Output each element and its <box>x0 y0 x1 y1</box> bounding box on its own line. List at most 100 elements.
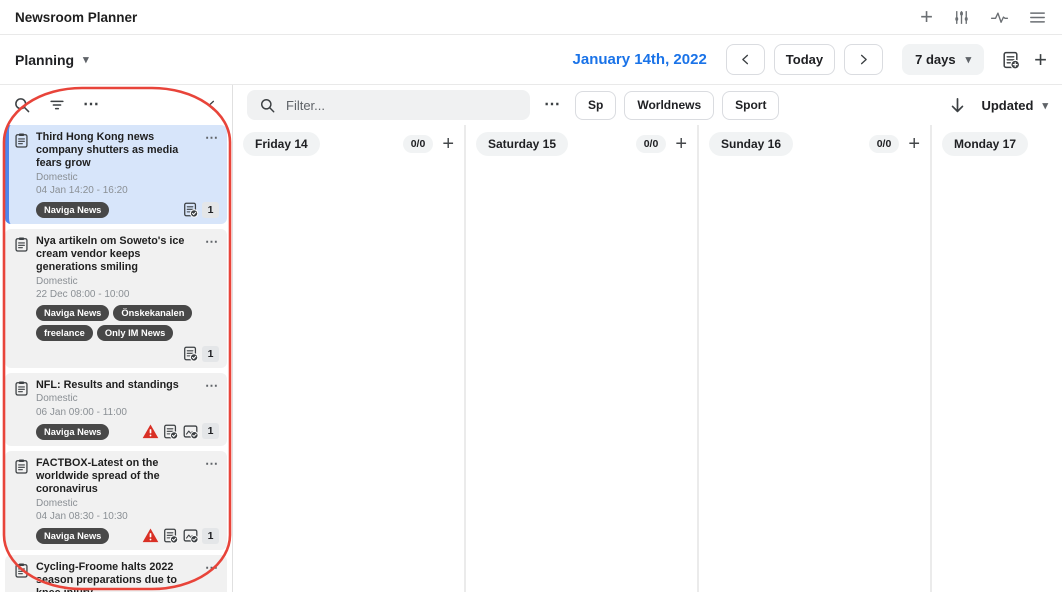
tag-pill: Önskekanalen <box>113 305 192 321</box>
add-item-icon[interactable]: + <box>908 134 920 154</box>
note-check-icon <box>182 201 199 218</box>
board-toolbar: ⋯ Sp Worldnews Sport Updated ▾ <box>233 85 1062 125</box>
card-category: Domestic <box>36 172 219 185</box>
card-time: 04 Jan 08:30 - 10:30 <box>36 511 219 524</box>
news-card[interactable]: NFL: Results and standings ⋯ Domestic 06… <box>5 373 227 446</box>
top-bar: Newsroom Planner + <box>0 0 1062 35</box>
day-column-friday: Friday 14 0/0 + <box>233 125 466 592</box>
tag-pill: Only IM News <box>97 325 173 341</box>
news-card[interactable]: FACTBOX-Latest on the worldwide spread o… <box>5 451 227 550</box>
article-icon <box>13 562 30 579</box>
next-period-button[interactable] <box>844 44 883 75</box>
collapse-sidebar-icon[interactable] <box>204 98 219 113</box>
news-card[interactable]: Cycling-Froome halts 2022 season prepara… <box>5 555 227 592</box>
article-icon <box>13 236 30 253</box>
tune-filters-icon[interactable] <box>952 8 971 27</box>
note-check-icon <box>162 527 179 544</box>
article-icon <box>13 132 30 149</box>
card-title: NFL: Results and standings <box>36 379 200 392</box>
filter-chips: Sp Worldnews Sport <box>575 91 779 120</box>
image-check-icon <box>182 423 199 440</box>
add-item-icon[interactable]: + <box>675 134 687 154</box>
today-button[interactable]: Today <box>774 44 835 75</box>
card-body: Nya artikeln om Soweto's ice cream vendo… <box>36 235 219 362</box>
tag-pill: freelance <box>36 325 93 341</box>
sort-direction-arrow-icon[interactable] <box>948 96 967 115</box>
day-label: Saturday 15 <box>476 132 568 156</box>
card-more-button[interactable]: ⋯ <box>205 131 219 144</box>
card-more-button[interactable]: ⋯ <box>205 457 219 470</box>
note-check-icon <box>162 423 179 440</box>
chevron-down-icon: ▾ <box>1042 99 1048 112</box>
filter-list-icon[interactable] <box>48 96 66 114</box>
card-more-button[interactable]: ⋯ <box>205 379 219 392</box>
search-icon <box>259 97 276 114</box>
card-title: Cycling-Froome halts 2022 season prepara… <box>36 561 200 592</box>
prev-period-button[interactable] <box>726 44 765 75</box>
item-count-badge: 0/0 <box>636 135 667 153</box>
warning-icon <box>142 527 159 544</box>
version-count-badge: 1 <box>202 423 219 439</box>
tag-pill: Naviga News <box>36 305 109 321</box>
add-icon[interactable]: + <box>920 6 933 28</box>
item-count-badge: 0/0 <box>403 135 434 153</box>
day-label: Monday 17 <box>942 132 1028 156</box>
view-selector-dropdown[interactable]: Planning ▾ <box>15 52 89 68</box>
version-count-badge: 1 <box>202 346 219 362</box>
app-title: Newsroom Planner <box>15 10 137 25</box>
card-time: 22 Dec 08:00 - 10:00 <box>36 289 219 302</box>
card-time: 04 Jan 14:20 - 16:20 <box>36 185 219 198</box>
card-body: NFL: Results and standings ⋯ Domestic 06… <box>36 379 219 440</box>
range-label: 7 days <box>915 52 955 67</box>
day-column-saturday: Saturday 15 0/0 + <box>466 125 699 592</box>
card-category: Domestic <box>36 498 219 511</box>
search-icon[interactable] <box>13 96 31 114</box>
date-navigation: January 14th, 2022 Today 7 days ▾ + <box>573 44 1047 75</box>
tag-pill: Naviga News <box>36 202 109 218</box>
card-body: FACTBOX-Latest on the worldwide spread o… <box>36 457 219 544</box>
card-more-button[interactable]: ⋯ <box>205 561 219 574</box>
range-dropdown[interactable]: 7 days ▾ <box>902 44 984 75</box>
tag-chip-sport[interactable]: Sport <box>722 91 779 120</box>
hamburger-menu-icon[interactable] <box>1028 8 1047 27</box>
sort-dropdown[interactable]: Updated ▾ <box>981 98 1048 113</box>
note-check-icon <box>182 345 199 362</box>
more-filters-icon[interactable]: ⋯ <box>544 97 561 113</box>
day-label: Sunday 16 <box>709 132 793 156</box>
current-date-label[interactable]: January 14th, 2022 <box>573 51 707 68</box>
activity-pulse-icon[interactable] <box>990 8 1009 27</box>
add-item-icon[interactable]: + <box>442 134 454 154</box>
article-icon <box>13 458 30 475</box>
image-check-icon <box>182 527 199 544</box>
tag-pill: Naviga News <box>36 528 109 544</box>
add-icon[interactable]: + <box>1034 49 1047 71</box>
add-event-note-icon[interactable] <box>1001 50 1021 70</box>
top-bar-actions: + <box>920 6 1047 28</box>
card-category: Domestic <box>36 276 219 289</box>
chevron-down-icon: ▾ <box>83 53 89 66</box>
card-more-button[interactable]: ⋯ <box>205 235 219 248</box>
more-options-icon[interactable]: ⋯ <box>83 97 100 113</box>
day-columns: Friday 14 0/0 + Saturday 15 0/0 + <box>233 125 1062 592</box>
filter-search-box[interactable] <box>247 90 530 120</box>
view-selector-label: Planning <box>15 52 74 68</box>
version-count-badge: 1 <box>202 202 219 218</box>
card-title: FACTBOX-Latest on the worldwide spread o… <box>36 457 200 497</box>
filter-input[interactable] <box>286 98 518 113</box>
news-card[interactable]: Nya artikeln om Soweto's ice cream vendo… <box>5 229 227 368</box>
sidebar-toolbar: ⋯ <box>0 85 232 125</box>
tag-chip-worldnews[interactable]: Worldnews <box>624 91 714 120</box>
item-count-badge: 0/0 <box>869 135 900 153</box>
chevron-down-icon: ▾ <box>966 53 972 66</box>
tag-pill: Naviga News <box>36 424 109 440</box>
article-icon <box>13 380 30 397</box>
planning-board: ⋯ Sp Worldnews Sport Updated ▾ Friday 14… <box>233 85 1062 592</box>
card-title: Nya artikeln om Soweto's ice cream vendo… <box>36 235 200 275</box>
sort-label: Updated <box>981 98 1033 113</box>
tag-chip-sp[interactable]: Sp <box>575 91 616 120</box>
warning-icon <box>142 423 159 440</box>
day-label: Friday 14 <box>243 132 320 156</box>
news-card[interactable]: Third Hong Kong news company shutters as… <box>5 125 227 224</box>
main-content: ⋯ Third Hong Kong news company shutters … <box>0 85 1062 592</box>
card-body: Third Hong Kong news company shutters as… <box>36 131 219 218</box>
